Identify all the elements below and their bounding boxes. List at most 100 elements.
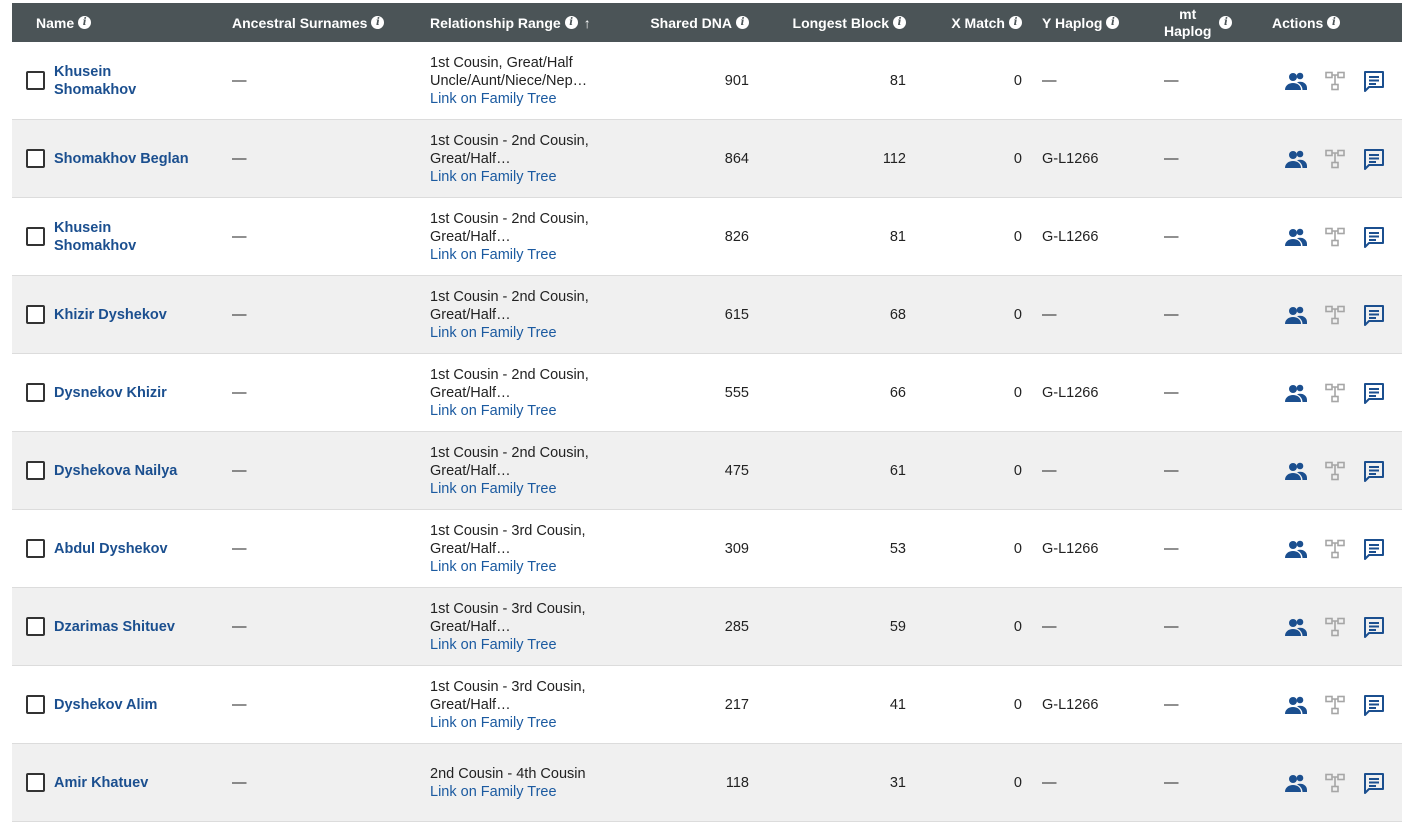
info-icon[interactable]: i: [78, 16, 92, 29]
info-icon[interactable]: i: [736, 16, 749, 29]
people-icon[interactable]: [1284, 381, 1308, 405]
column-header-name-label: Name: [36, 14, 75, 31]
match-name-line1[interactable]: Khusein: [54, 220, 111, 236]
people-icon[interactable]: [1284, 537, 1308, 561]
row-select-checkbox[interactable]: [26, 461, 45, 480]
people-icon[interactable]: [1284, 693, 1308, 717]
match-name-link[interactable]: Dzarimas Shituev: [54, 618, 175, 636]
x-match-cell: 0: [1013, 540, 1022, 557]
match-name-line1[interactable]: Abdul Dyshekov: [54, 541, 168, 557]
family-tree-icon[interactable]: [1323, 615, 1347, 639]
match-name-line1[interactable]: Dyshekova Nailya: [54, 463, 177, 479]
message-icon[interactable]: [1362, 303, 1386, 327]
people-icon[interactable]: [1284, 615, 1308, 639]
message-icon[interactable]: [1362, 771, 1386, 795]
info-icon[interactable]: i: [564, 16, 578, 29]
family-tree-icon[interactable]: [1323, 147, 1347, 171]
message-icon[interactable]: [1362, 537, 1386, 561]
row-select-checkbox[interactable]: [26, 149, 45, 168]
people-icon[interactable]: [1284, 459, 1308, 483]
match-name-line1[interactable]: Khusein: [54, 64, 111, 80]
link-on-family-tree[interactable]: Link on Family Tree: [430, 324, 589, 342]
message-icon[interactable]: [1362, 615, 1386, 639]
link-on-family-tree[interactable]: Link on Family Tree: [430, 714, 586, 732]
row-select-checkbox[interactable]: [26, 383, 45, 402]
link-on-family-tree[interactable]: Link on Family Tree: [430, 402, 589, 420]
people-icon[interactable]: [1284, 69, 1308, 93]
people-icon[interactable]: [1284, 225, 1308, 249]
row-select-checkbox[interactable]: [26, 617, 45, 636]
y-haplog-cell: —: [1042, 306, 1057, 323]
match-name-link[interactable]: Dyshekov Alim: [54, 696, 157, 714]
column-header-shared-dna[interactable]: Shared DNA i: [612, 3, 749, 42]
link-on-family-tree[interactable]: Link on Family Tree: [430, 246, 589, 264]
family-tree-icon[interactable]: [1323, 303, 1347, 327]
family-tree-icon[interactable]: [1323, 459, 1347, 483]
info-icon[interactable]: i: [371, 16, 385, 29]
column-header-ancestral-surnames[interactable]: Ancestral Surnames i: [232, 3, 385, 42]
relationship-range-line2: Great/Half…: [430, 540, 511, 557]
link-on-family-tree[interactable]: Link on Family Tree: [430, 480, 589, 498]
link-on-family-tree[interactable]: Link on Family Tree: [430, 558, 586, 576]
row-select-checkbox[interactable]: [26, 71, 45, 90]
info-icon[interactable]: i: [1009, 16, 1022, 29]
message-icon[interactable]: [1362, 693, 1386, 717]
row-select-cell: [26, 120, 45, 197]
match-name-line1[interactable]: Shomakhov Beglan: [54, 151, 189, 167]
column-header-name[interactable]: Name i: [36, 3, 92, 42]
sort-arrow-up-icon[interactable]: ↑: [584, 15, 591, 31]
row-select-checkbox[interactable]: [26, 305, 45, 324]
column-header-relationship-range[interactable]: Relationship Range i ↑: [430, 3, 591, 42]
column-header-longest-block[interactable]: Longest Block i: [772, 3, 906, 42]
shared-dna-cell: 555: [724, 384, 749, 401]
column-header-x-match[interactable]: X Match i: [922, 3, 1022, 42]
match-name-line1[interactable]: Khizir Dyshekov: [54, 307, 167, 323]
info-icon[interactable]: i: [1219, 16, 1233, 29]
family-tree-icon[interactable]: [1323, 69, 1347, 93]
column-header-mt-haplog[interactable]: mt Haplog i: [1164, 3, 1233, 42]
match-name-link[interactable]: Amir Khatuev: [54, 774, 148, 792]
link-on-family-tree[interactable]: Link on Family Tree: [430, 90, 587, 108]
match-name-link[interactable]: Khusein Shomakhov: [54, 219, 136, 255]
match-name-line2[interactable]: Shomakhov: [54, 82, 136, 98]
relationship-range-line2: Great/Half…: [430, 618, 511, 635]
link-on-family-tree[interactable]: Link on Family Tree: [430, 168, 589, 186]
people-icon[interactable]: [1284, 147, 1308, 171]
row-select-checkbox[interactable]: [26, 227, 45, 246]
message-icon[interactable]: [1362, 381, 1386, 405]
match-name-link[interactable]: Khizir Dyshekov: [54, 306, 167, 324]
family-tree-icon[interactable]: [1323, 225, 1347, 249]
people-icon[interactable]: [1284, 771, 1308, 795]
match-name-cell: Shomakhov Beglan: [54, 120, 224, 197]
match-name-link[interactable]: Shomakhov Beglan: [54, 150, 189, 168]
link-on-family-tree[interactable]: Link on Family Tree: [430, 636, 586, 654]
match-name-line1[interactable]: Amir Khatuev: [54, 775, 148, 791]
link-on-family-tree[interactable]: Link on Family Tree: [430, 783, 586, 801]
family-tree-icon[interactable]: [1323, 771, 1347, 795]
match-name-link[interactable]: Khusein Shomakhov: [54, 63, 136, 99]
match-name-link[interactable]: Abdul Dyshekov: [54, 540, 168, 558]
message-icon[interactable]: [1362, 69, 1386, 93]
row-select-checkbox[interactable]: [26, 539, 45, 558]
match-name-link[interactable]: Dyshekova Nailya: [54, 462, 177, 480]
column-header-y-haplog[interactable]: Y Haplog i: [1042, 3, 1120, 42]
match-name-line2[interactable]: Shomakhov: [54, 238, 136, 254]
family-tree-icon[interactable]: [1323, 537, 1347, 561]
match-name-line1[interactable]: Dyshekov Alim: [54, 697, 157, 713]
match-name-link[interactable]: Dysnekov Khizir: [54, 384, 167, 402]
message-icon[interactable]: [1362, 225, 1386, 249]
people-icon[interactable]: [1284, 303, 1308, 327]
info-icon[interactable]: i: [893, 16, 906, 29]
message-icon[interactable]: [1362, 147, 1386, 171]
match-name-line1[interactable]: Dysnekov Khizir: [54, 385, 167, 401]
info-icon[interactable]: i: [1106, 16, 1120, 29]
message-icon[interactable]: [1362, 459, 1386, 483]
match-name-line1[interactable]: Dzarimas Shituev: [54, 619, 175, 635]
row-select-checkbox[interactable]: [26, 695, 45, 714]
row-select-checkbox[interactable]: [26, 773, 45, 792]
family-tree-icon[interactable]: [1323, 381, 1347, 405]
relationship-range-text: 1st Cousin - 2nd Cousin, Great/Half…: [430, 445, 589, 479]
ancestral-surnames-cell: —: [232, 618, 247, 635]
info-icon[interactable]: i: [1327, 16, 1341, 29]
family-tree-icon[interactable]: [1323, 693, 1347, 717]
